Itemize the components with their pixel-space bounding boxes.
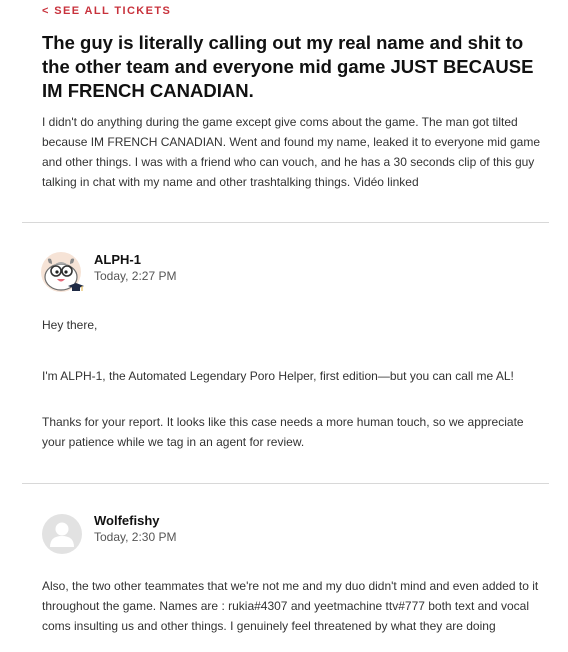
comment-divider xyxy=(22,483,549,484)
ticket-page: < SEE ALL TICKETS The guy is literally c… xyxy=(0,0,568,652)
see-all-tickets-link[interactable]: < SEE ALL TICKETS xyxy=(42,5,171,17)
comment-paragraph: Also, the two other teammates that we're… xyxy=(42,579,539,633)
ticket-title: The guy is literally calling out my real… xyxy=(42,32,534,101)
comment-paragraph: I'm ALPH-1, the Automated Legendary Poro… xyxy=(42,369,514,383)
comment-author: Wolfefishy xyxy=(94,513,160,528)
comment-paragraph: Hey there, xyxy=(42,318,98,332)
comment-divider xyxy=(22,222,549,223)
comment-paragraph: Thanks for your report. It looks like th… xyxy=(42,415,524,449)
comment-author: ALPH-1 xyxy=(94,252,141,267)
comment-timestamp: Today, 2:30 PM xyxy=(94,530,177,544)
ticket-description: I didn't do anything during the game exc… xyxy=(42,115,540,189)
poro-bot-avatar-icon xyxy=(41,252,84,293)
default-user-avatar-icon xyxy=(42,514,82,554)
comment-timestamp: Today, 2:27 PM xyxy=(94,269,177,283)
